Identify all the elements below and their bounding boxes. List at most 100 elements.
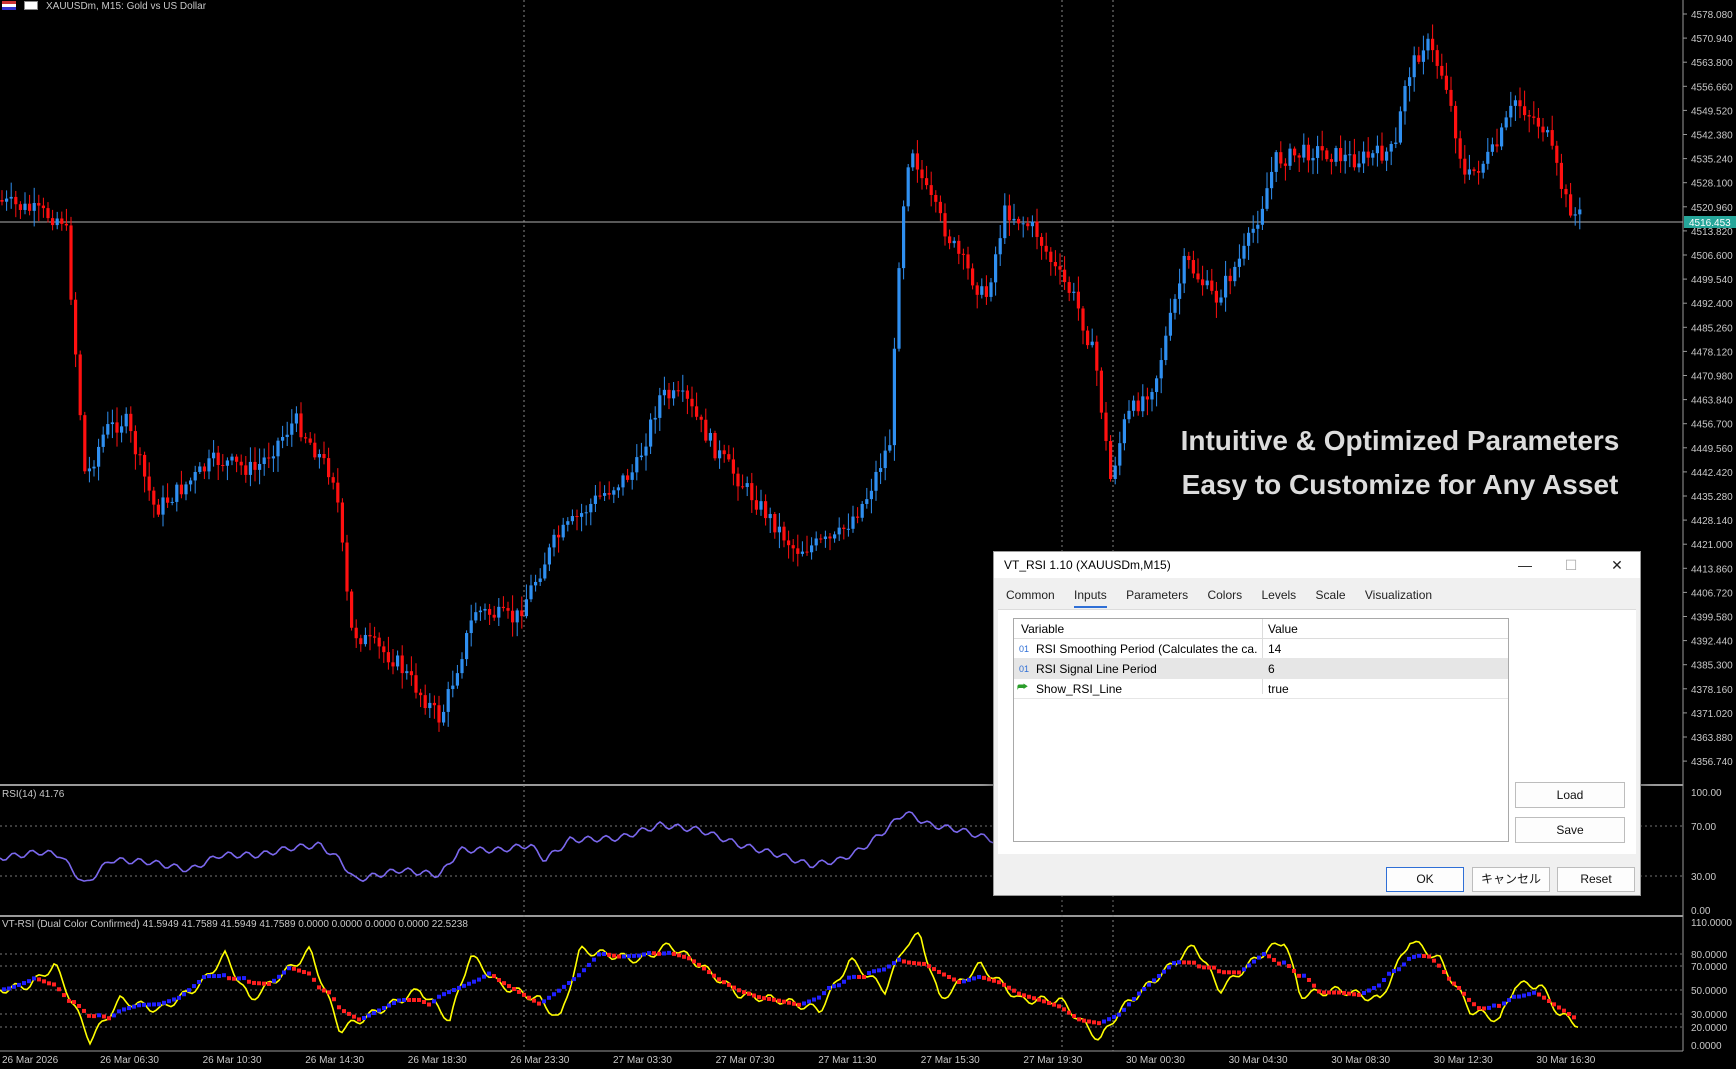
- tab-inputs[interactable]: Inputs: [1074, 588, 1107, 608]
- vt-signal-dot: [1307, 977, 1311, 982]
- vt-signal-dot: [1312, 983, 1316, 988]
- vt-signal-dot: [937, 969, 941, 974]
- vt-signal-dot: [497, 978, 501, 983]
- vt-signal-dot: [157, 1002, 161, 1007]
- candle-body: [1302, 144, 1306, 158]
- vt-signal-dot: [127, 1006, 131, 1011]
- candle-body: [221, 464, 225, 466]
- vt-signal-dot: [267, 981, 271, 986]
- price-axis-label: 4506.600: [1691, 251, 1733, 262]
- candle-body: [327, 458, 331, 478]
- vt-signal-dot: [1317, 989, 1321, 994]
- ok-button[interactable]: OK: [1386, 867, 1464, 892]
- vt-signal-dot: [227, 976, 231, 981]
- candle-body: [207, 458, 211, 472]
- candle-body: [552, 534, 556, 548]
- vt-signal-dot: [362, 1016, 366, 1020]
- candle-body: [1145, 396, 1149, 400]
- vt-signal-dot: [1467, 997, 1471, 1002]
- candle-body: [823, 536, 827, 540]
- vt-signal-dot: [1062, 1007, 1066, 1012]
- candle-body: [336, 482, 340, 503]
- candle-body: [1403, 86, 1407, 112]
- candle-body: [1283, 163, 1287, 166]
- candle-body: [87, 468, 91, 472]
- tab-parameters[interactable]: Parameters: [1126, 588, 1188, 606]
- save-button[interactable]: Save: [1515, 817, 1625, 843]
- candle-body: [359, 638, 363, 645]
- input-row-show-rsi-line[interactable]: ⮫ Show_RSI_Line true: [1014, 679, 1508, 699]
- column-value-header[interactable]: Value: [1268, 622, 1298, 636]
- cancel-button[interactable]: キャンセル: [1472, 867, 1550, 892]
- candle-body: [1099, 370, 1103, 413]
- load-button[interactable]: Load: [1515, 782, 1625, 808]
- vt-signal-dot: [1192, 960, 1196, 965]
- vt-signal-dot: [677, 953, 681, 958]
- input-row-signal-period[interactable]: 01 RSI Signal Line Period 6: [1014, 659, 1508, 679]
- vt-signal-dot: [922, 961, 926, 966]
- candle-body: [598, 495, 602, 497]
- tab-levels[interactable]: Levels: [1261, 588, 1296, 606]
- tab-scale[interactable]: Scale: [1316, 588, 1346, 606]
- vt-signal-dot: [137, 1003, 141, 1008]
- symbol-header: XAUUSDm, M15: Gold vs US Dollar: [46, 1, 207, 12]
- input-row-rsi-smoothing[interactable]: 01 RSI Smoothing Period (Calculates the …: [1014, 639, 1508, 659]
- candle-body: [547, 547, 551, 565]
- variable-value[interactable]: 14: [1268, 642, 1281, 656]
- vt-signal-dot: [1382, 978, 1386, 982]
- variable-value[interactable]: 6: [1268, 662, 1275, 676]
- price-axis-label: 4492.400: [1691, 299, 1733, 310]
- vt-signal-dot: [297, 968, 301, 973]
- candle-body: [83, 415, 87, 472]
- vt-signal-dot: [1142, 987, 1146, 992]
- candle-body: [1564, 188, 1568, 195]
- vt-signal-dot: [792, 1001, 796, 1006]
- price-axis-label: 4356.740: [1691, 757, 1733, 768]
- vt-signal-dot: [177, 995, 181, 1000]
- column-variable-header[interactable]: Variable: [1021, 622, 1064, 636]
- dialog-titlebar[interactable]: VT_RSI 1.10 (XAUUSDm,M15) — ☐ ✕: [994, 552, 1640, 578]
- vt-signal-dot: [1477, 1006, 1481, 1011]
- candle-body: [690, 398, 694, 407]
- maximize-icon[interactable]: ☐: [1548, 552, 1594, 578]
- vt-signal-dot: [1117, 1012, 1121, 1017]
- tab-common[interactable]: Common: [1006, 588, 1055, 606]
- candle-body: [1352, 154, 1356, 168]
- candle-body: [1375, 145, 1379, 154]
- vt-signal-dot: [1437, 963, 1441, 968]
- candle-body: [405, 671, 409, 674]
- vt-signal-dot: [977, 974, 981, 979]
- candle-body: [377, 637, 381, 647]
- candle-body: [1141, 396, 1145, 412]
- vt-signal-dot: [597, 952, 601, 957]
- close-icon[interactable]: ✕: [1594, 552, 1640, 578]
- chart-canvas[interactable]: 4578.080 4570.940 4563.800 4556.660 4549.520…: [0, 0, 1736, 1069]
- vt-signal-dot: [612, 953, 616, 958]
- candle-body: [915, 153, 919, 170]
- candle-body: [929, 185, 933, 196]
- vt-signal-dot: [722, 980, 726, 985]
- vt-signal-dot: [1242, 967, 1246, 972]
- candle-body: [1532, 116, 1536, 118]
- candle-body: [1523, 106, 1527, 116]
- candle-body: [1030, 221, 1034, 227]
- vt-signal-dot: [392, 1001, 396, 1005]
- candle-body: [1182, 255, 1186, 284]
- variable-value[interactable]: true: [1268, 682, 1289, 696]
- price-axis-label: 4406.720: [1691, 588, 1733, 599]
- minimize-icon[interactable]: —: [1502, 552, 1548, 578]
- vt-signal-dot: [1172, 961, 1176, 966]
- candle-body: [1247, 232, 1251, 246]
- vt-signal-dot: [912, 961, 916, 966]
- candle-body: [1086, 330, 1090, 346]
- reset-button[interactable]: Reset: [1557, 867, 1635, 892]
- candle-body: [368, 635, 372, 637]
- tab-colors[interactable]: Colors: [1207, 588, 1242, 606]
- vt-signal-dot: [502, 981, 506, 986]
- vt-signal-dot: [632, 953, 636, 958]
- time-axis-label: 30 Mar 00:30: [1126, 1055, 1185, 1066]
- candle-body: [1527, 115, 1531, 117]
- tab-visualization[interactable]: Visualization: [1365, 588, 1432, 606]
- candle-body: [340, 502, 344, 543]
- price-axis-label: 4456.700: [1691, 420, 1733, 431]
